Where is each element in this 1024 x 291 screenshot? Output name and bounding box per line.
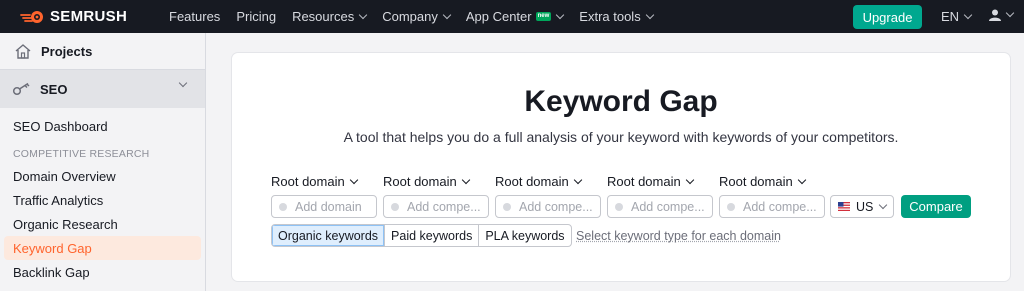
user-menu[interactable] [989,8,1015,21]
root-domain-label: Root domain [719,174,793,189]
domain-placeholder: Add domain [295,199,362,214]
domain-color-dot-icon [503,202,511,211]
domain-placeholder: Add compe... [743,199,817,214]
sidebar-item-domain-overview[interactable]: Domain Overview [0,164,205,188]
domain-color-dot-icon [615,202,623,211]
domain-input-3[interactable]: Add compe... [495,195,601,218]
sidebar-item-label: Projects [41,43,93,59]
keyword-type-tabs: Organic keywords Paid keywords PLA keywo… [271,224,572,247]
chevron-down-icon [573,175,582,184]
domain-input-2[interactable]: Add compe... [383,195,489,218]
top-navigation: SEMRUSH Features Pricing Resources Compa… [0,0,1024,33]
chevron-down-icon [358,10,368,19]
domain-input-5[interactable]: Add compe... [719,195,825,218]
compare-button[interactable]: Compare [901,195,971,218]
page-title: Keyword Gap [524,85,718,118]
keyword-gap-card: Keyword Gap A tool that helps you do a f… [232,53,1010,281]
brand-name: SEMRUSH [50,8,128,25]
root-domain-selector-2[interactable]: Root domain [383,174,470,189]
root-domain-label: Root domain [495,174,569,189]
main-nav: Features Pricing Resources Company App C… [169,9,669,24]
nav-features-label: Features [169,9,221,24]
nav-extra-tools[interactable]: Extra tools [579,9,654,24]
nav-pricing-label: Pricing [236,9,277,24]
chevron-down-icon [797,175,806,184]
semrush-fireball-icon [20,10,43,23]
root-domain-label: Root domain [271,174,345,189]
chevron-down-icon [963,10,973,19]
us-flag-icon [838,202,850,211]
tab-pla-keywords[interactable]: PLA keywords [479,225,570,246]
chevron-down-icon [349,175,358,184]
sidebar-item-organic-research[interactable]: Organic Research [0,212,205,236]
key-icon [12,82,30,96]
chevron-down-icon [879,200,888,209]
root-domain-label: Root domain [383,174,457,189]
sidebar: Projects SEO SEO Dashboard COMPETITIVE R… [0,33,206,291]
nav-app-center-label: App Center [465,9,532,24]
home-icon [15,43,31,59]
chevron-down-icon [442,10,452,19]
chevron-down-icon [685,175,694,184]
nav-resources[interactable]: Resources [292,9,368,24]
sidebar-item-seo[interactable]: SEO [0,70,205,108]
tab-paid-keywords[interactable]: Paid keywords [385,225,480,246]
chevron-down-icon [556,10,565,19]
sidebar-item-keyword-gap[interactable]: Keyword Gap [4,236,201,260]
domain-placeholder: Add compe... [407,199,481,214]
domain-placeholder: Add compe... [519,199,593,214]
domain-color-dot-icon [727,202,735,211]
sidebar-item-label: SEO [40,81,68,97]
root-domain-selector-3[interactable]: Root domain [495,174,582,189]
upgrade-button[interactable]: Upgrade [853,5,922,29]
new-badge: new [535,12,552,21]
sidebar-item-seo-dashboard[interactable]: SEO Dashboard [0,114,205,138]
chevron-down-icon [1005,8,1015,18]
chevron-down-icon [178,78,188,88]
nav-company[interactable]: Company [382,9,452,24]
chevron-down-icon [645,10,654,19]
sidebar-item-backlink-gap[interactable]: Backlink Gap [0,260,205,284]
domain-color-dot-icon [279,202,287,211]
root-domain-selector-5[interactable]: Root domain [719,174,806,189]
language-selector[interactable]: EN [941,9,973,24]
root-domain-label: Root domain [607,174,681,189]
keyword-type-hint-link[interactable]: Select keyword type for each domain [576,229,781,243]
nav-app-center[interactable]: App Center new [465,9,565,24]
semrush-logo[interactable]: SEMRUSH [20,8,160,25]
root-domain-selector-1[interactable]: Root domain [271,174,358,189]
chevron-down-icon [461,175,470,184]
domain-input-4[interactable]: Add compe... [607,195,713,218]
country-label: US [856,199,874,214]
nav-extra-tools-label: Extra tools [579,9,641,24]
nav-resources-label: Resources [292,9,355,24]
country-selector[interactable]: US [830,195,894,218]
nav-features[interactable]: Features [169,9,220,24]
domain-input-1[interactable]: Add domain [271,195,377,218]
sidebar-item-traffic-analytics[interactable]: Traffic Analytics [0,188,205,212]
domain-placeholder: Add compe... [631,199,705,214]
user-icon [989,9,1001,21]
nav-pricing[interactable]: Pricing [236,9,276,24]
sidebar-section-heading: COMPETITIVE RESEARCH [13,148,150,160]
nav-company-label: Company [382,9,438,24]
tab-organic-keywords[interactable]: Organic keywords [272,225,386,246]
domain-color-dot-icon [391,202,399,211]
page-subtitle: A tool that helps you do a full analysis… [343,129,899,145]
language-label: EN [941,9,960,24]
root-domain-selector-4[interactable]: Root domain [607,174,694,189]
sidebar-item-projects[interactable]: Projects [0,33,205,70]
